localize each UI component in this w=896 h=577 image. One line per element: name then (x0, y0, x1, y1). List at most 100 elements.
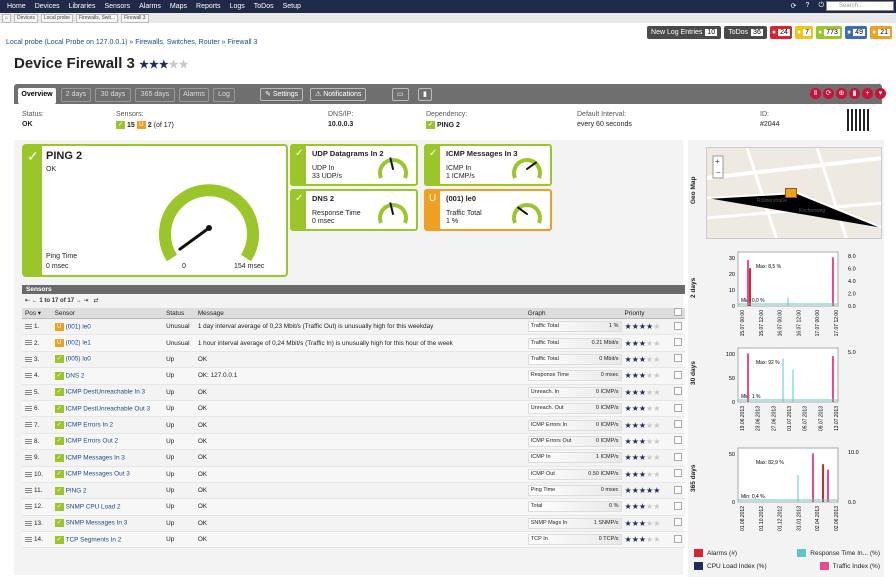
nav-item-todos[interactable]: ToDos (254, 3, 274, 10)
row-sensor[interactable]: ✓ SNMP Messages In 3 (51, 515, 164, 533)
drag-handle-icon[interactable] (25, 405, 32, 411)
legend-item-traffic[interactable]: Traffic Index (%) (819, 560, 880, 573)
row-pos[interactable]: 9. (22, 449, 52, 467)
star-icon[interactable]: ★ (632, 421, 639, 430)
row-checkbox[interactable] (674, 420, 683, 429)
tag-button[interactable]: ▭ (392, 88, 409, 101)
graph-2days[interactable]: 30 20 10 0 8.0 6.0 4.0 2.0 0.0 Max: 8,5 % Min: 0,0… (700, 244, 884, 340)
nav-item-libraries[interactable]: Libraries (69, 3, 96, 10)
star-icon[interactable]: ★ (639, 535, 646, 544)
row-checkbox[interactable] (674, 485, 683, 494)
row-checkbox[interactable] (674, 338, 683, 347)
star-icon[interactable]: ★ (653, 355, 660, 364)
star-icon[interactable]: ★ (179, 59, 189, 71)
star-icon[interactable]: ★ (639, 339, 646, 348)
row-sensor[interactable]: ✓ DNS 2 (51, 367, 164, 385)
row-checkbox[interactable] (674, 387, 683, 396)
star-icon[interactable]: ★ (639, 486, 646, 495)
breadcrumb-group[interactable]: Firewalls, Swit... (75, 13, 119, 23)
row-pos[interactable]: 8. (22, 433, 52, 451)
row-select[interactable] (671, 466, 685, 483)
geo-map[interactable]: + − Kirchenweg Rollnerstraße (706, 147, 882, 239)
sensor-name[interactable]: (002) le1 (66, 340, 91, 347)
check-now-icon[interactable]: ⟳ (823, 88, 834, 99)
star-icon[interactable]: ★ (653, 437, 660, 446)
star-icon[interactable]: ★ (625, 371, 632, 380)
drag-handle-icon[interactable] (25, 471, 32, 477)
star-icon[interactable]: ★ (639, 437, 646, 446)
drag-handle-icon[interactable] (25, 455, 32, 461)
row-priority[interactable]: ★★★★★ (621, 466, 672, 483)
search-input[interactable]: Search... (826, 1, 894, 11)
row-priority[interactable]: ★★★★★ (621, 318, 672, 336)
star-icon[interactable]: ★ (653, 519, 660, 528)
nav-item-alarms[interactable]: Alarms (139, 3, 161, 10)
col-status[interactable]: Status (163, 308, 195, 319)
row-graph[interactable]: TCP In 0 TCP/s (524, 531, 622, 549)
row-select[interactable] (671, 531, 685, 549)
row-priority[interactable]: ★★★★★ (621, 449, 672, 467)
star-icon[interactable]: ★ (639, 519, 646, 528)
legend-item-alarms[interactable]: Alarms (#) (694, 547, 737, 560)
star-icon[interactable]: ★ (653, 371, 660, 380)
prev-page-icon[interactable]: ← (32, 298, 38, 304)
logout-icon[interactable]: ⏻ (818, 2, 824, 10)
star-icon[interactable]: ★ (639, 502, 646, 511)
star-icon[interactable]: ★ (625, 502, 632, 511)
star-icon[interactable]: ★ (625, 470, 632, 479)
row-pos[interactable]: 5. (22, 384, 52, 401)
star-icon[interactable]: ★ (653, 486, 660, 495)
drag-handle-icon[interactable] (25, 340, 32, 346)
star-icon[interactable]: ★ (632, 470, 639, 479)
row-sensor[interactable]: ✓ ICMP Messages In 3 (51, 449, 164, 467)
drag-handle-icon[interactable] (25, 504, 32, 510)
qr-code[interactable] (847, 109, 869, 131)
row-graph[interactable]: ICMP In 1 ICMP/s (524, 449, 622, 467)
row-sensor[interactable]: ✓ PING 2 (51, 482, 164, 500)
row-sensor[interactable]: ✓ ICMP Errors Out 2 (51, 433, 164, 451)
row-checkbox[interactable] (674, 354, 683, 363)
row-graph[interactable]: Traffic Total 0 Mbit/s (524, 351, 622, 369)
row-priority[interactable]: ★★★★★ (621, 416, 672, 434)
star-icon[interactable]: ★ (625, 421, 632, 430)
row-pos[interactable]: 7. (22, 416, 52, 434)
row-graph[interactable]: Response Time 0 msec (524, 367, 622, 385)
star-icon[interactable]: ★ (653, 470, 660, 479)
select-all-checkbox[interactable] (674, 308, 683, 316)
device-link[interactable]: Firewall 3 (227, 39, 257, 46)
star-icon[interactable]: ★ (625, 322, 632, 331)
table-row[interactable]: 6. ✓ ICMP DestUnreachable Out 3 Up OK Unreach… (22, 400, 685, 418)
tab-log[interactable]: Log (213, 88, 235, 102)
table-row[interactable]: 4. ✓ DNS 2 Up OK: 127.0.0.1 Response Time 0 ms… (22, 367, 685, 385)
map-marker-icon[interactable] (785, 188, 797, 198)
row-pos[interactable]: 14. (22, 531, 52, 549)
drag-handle-icon[interactable] (25, 438, 32, 444)
star-icon[interactable]: ★ (632, 502, 639, 511)
nav-item-sensors[interactable]: Sensors (104, 3, 130, 10)
sensor-name[interactable]: ICMP Errors Out 2 (66, 438, 118, 445)
breadcrumb-home-icon[interactable]: ⌂ (2, 13, 12, 23)
star-icon[interactable]: ★ (625, 404, 632, 413)
sensors-unusual-count[interactable]: 2 (148, 122, 152, 129)
row-checkbox[interactable] (674, 518, 683, 527)
alarm-count-badge[interactable]: ● 21 (869, 26, 892, 39)
alarm-count-badge[interactable]: ● 7 (794, 26, 814, 39)
device-priority-stars[interactable]: ★★★★★ (139, 59, 188, 71)
row-checkbox[interactable] (674, 501, 683, 510)
row-sensor[interactable]: ✓ TCP Segments In 2 (51, 531, 164, 549)
col-priority[interactable]: Priority (621, 308, 672, 319)
drag-handle-icon[interactable] (25, 356, 32, 362)
star-icon[interactable]: ★ (632, 355, 639, 364)
star-icon[interactable]: ★ (625, 535, 632, 544)
table-row[interactable]: 5. ✓ ICMP DestUnreachable In 3 Up OK Unreach.… (22, 384, 685, 401)
star-icon[interactable]: ★ (625, 339, 632, 348)
star-icon[interactable]: ★ (639, 355, 646, 364)
star-icon[interactable]: ★ (653, 339, 660, 348)
notifications-button[interactable]: ⚠ Notifications (310, 88, 367, 101)
col-select[interactable] (671, 308, 685, 319)
row-graph[interactable]: ICMP Out 0.50 ICMP/s (524, 466, 622, 483)
row-sensor[interactable]: ✓ SNMP CPU Load 2 (51, 498, 164, 516)
row-priority[interactable]: ★★★★★ (621, 351, 672, 369)
nav-item-home[interactable]: Home (7, 3, 26, 10)
row-priority[interactable]: ★★★★★ (621, 367, 672, 385)
